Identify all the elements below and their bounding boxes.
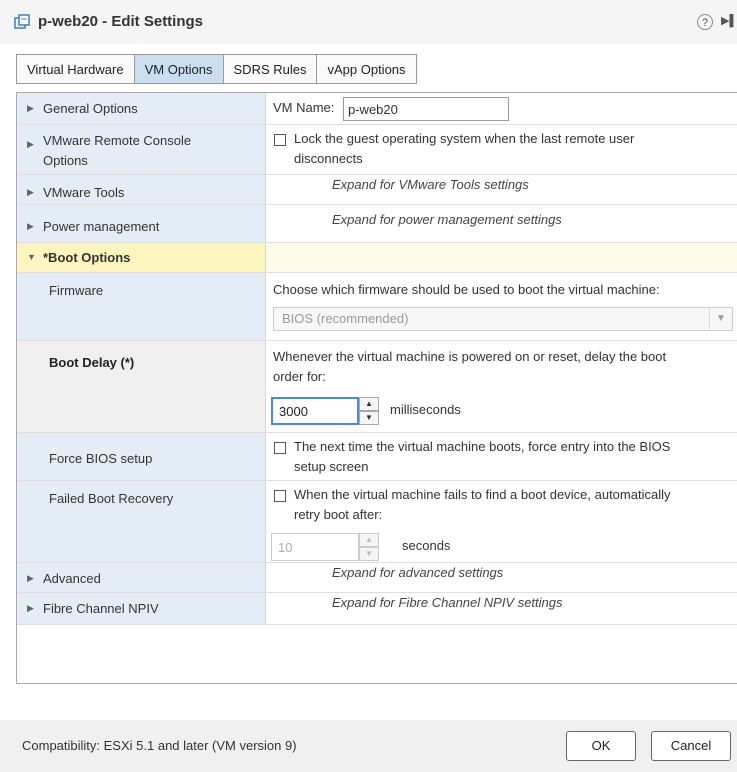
increment-arrow-icon[interactable]: ▲ (359, 397, 379, 411)
row-power-management: ▶ Power management Expand for power mana… (17, 205, 737, 243)
retry-delay-input[interactable] (271, 533, 359, 561)
vm-name-label: VM Name: (273, 100, 335, 115)
boot-delay-stepper[interactable]: ▲ ▼ (271, 397, 379, 425)
virtual-machine-icon (14, 14, 30, 29)
remote-console-label[interactable]: VMware Remote Console Options (43, 131, 191, 171)
expand-arrow-icon[interactable]: ▶ (27, 139, 34, 150)
boot-delay-unit: milliseconds (390, 402, 461, 417)
boot-delay-description: Whenever the virtual machine is powered … (273, 349, 667, 384)
lock-guest-os-checkbox[interactable] (274, 134, 286, 146)
force-bios-text: The next time the virtual machine boots,… (294, 439, 671, 474)
row-general-options: ▶ General Options VM Name: (17, 93, 737, 125)
expand-arrow-icon[interactable]: ▶ (27, 103, 34, 114)
ok-button[interactable]: OK (566, 731, 636, 761)
failed-boot-recovery-label: Failed Boot Recovery (49, 491, 174, 506)
firmware-label: Firmware (49, 283, 104, 298)
vm-name-input[interactable] (343, 97, 509, 121)
retry-delay-unit: seconds (402, 538, 451, 553)
expand-arrow-icon[interactable]: ▶ (27, 573, 34, 584)
decrement-arrow-icon[interactable]: ▼ (359, 547, 379, 561)
boot-delay-input[interactable] (271, 397, 359, 425)
retry-delay-stepper[interactable]: ▲ ▼ (271, 533, 379, 561)
compatibility-text: Compatibility: ESXi 5.1 and later (VM ve… (22, 738, 297, 753)
row-advanced: ▶ Advanced Expand for advanced settings (17, 563, 737, 593)
row-vmware-tools: ▶ VMware Tools Expand for VMware Tools s… (17, 175, 737, 205)
firmware-description: Choose which firmware should be used to … (273, 282, 660, 297)
vmware-tools-label[interactable]: VMware Tools (43, 185, 124, 200)
power-management-label[interactable]: Power management (43, 219, 159, 234)
row-firmware: Firmware Choose which firmware should be… (17, 273, 737, 341)
expand-arrow-icon[interactable]: ▶ (27, 221, 34, 232)
expand-arrow-icon[interactable]: ▶▌ (721, 14, 737, 27)
failed-boot-recovery-checkbox[interactable] (274, 490, 286, 502)
advanced-hint: Expand for advanced settings (332, 565, 504, 580)
cancel-button[interactable]: Cancel (651, 731, 731, 761)
lock-guest-os-text: Lock the guest operating system when the… (294, 131, 635, 166)
dialog-titlebar: p-web20 - Edit Settings ? ▶▌ (0, 0, 737, 44)
decrement-arrow-icon[interactable]: ▼ (359, 411, 379, 425)
power-management-hint: Expand for power management settings (332, 212, 562, 227)
force-bios-checkbox[interactable] (274, 442, 286, 454)
fibre-channel-npiv-hint: Expand for Fibre Channel NPIV settings (332, 595, 563, 610)
fibre-channel-npiv-label[interactable]: Fibre Channel NPIV (43, 601, 159, 616)
dialog-footer: Compatibility: ESXi 5.1 and later (VM ve… (0, 720, 737, 772)
row-boot-options: ▼ *Boot Options (17, 243, 737, 273)
expand-arrow-icon[interactable]: ▶ (27, 603, 34, 614)
settings-grid: ▶ General Options VM Name: ▶ VMware Remo… (16, 92, 737, 684)
row-failed-boot-recovery: Failed Boot Recovery When the virtual ma… (17, 481, 737, 563)
expand-arrow-icon[interactable]: ▶ (27, 187, 34, 198)
row-force-bios: Force BIOS setup The next time the virtu… (17, 433, 737, 481)
help-icon[interactable]: ? (697, 14, 713, 30)
row-fibre-channel-npiv: ▶ Fibre Channel NPIV Expand for Fibre Ch… (17, 593, 737, 625)
row-boot-delay: Boot Delay (*) Whenever the virtual mach… (17, 341, 737, 433)
firmware-select[interactable]: BIOS (recommended) ▼ (273, 307, 733, 331)
boot-delay-label: Boot Delay (*) (49, 355, 135, 370)
tab-sdrs-rules[interactable]: SDRS Rules (222, 54, 318, 84)
chevron-down-icon[interactable]: ▼ (709, 308, 732, 330)
increment-arrow-icon[interactable]: ▲ (359, 533, 379, 547)
tab-vapp-options[interactable]: vApp Options (316, 54, 417, 84)
vmware-tools-hint: Expand for VMware Tools settings (332, 177, 529, 192)
tab-vm-options[interactable]: VM Options (133, 54, 224, 84)
dialog-title: p-web20 - Edit Settings (38, 13, 204, 30)
advanced-label[interactable]: Advanced (43, 571, 101, 586)
collapse-arrow-icon[interactable]: ▼ (27, 252, 36, 262)
boot-options-label[interactable]: *Boot Options (43, 250, 130, 265)
row-remote-console: ▶ VMware Remote Console Options Lock the… (17, 125, 737, 175)
failed-boot-recovery-text: When the virtual machine fails to find a… (294, 487, 671, 522)
tab-bar: Virtual Hardware VM Options SDRS Rules v… (16, 54, 417, 84)
general-options-label[interactable]: General Options (43, 101, 138, 116)
force-bios-label: Force BIOS setup (49, 451, 153, 466)
tab-virtual-hardware[interactable]: Virtual Hardware (16, 54, 135, 84)
